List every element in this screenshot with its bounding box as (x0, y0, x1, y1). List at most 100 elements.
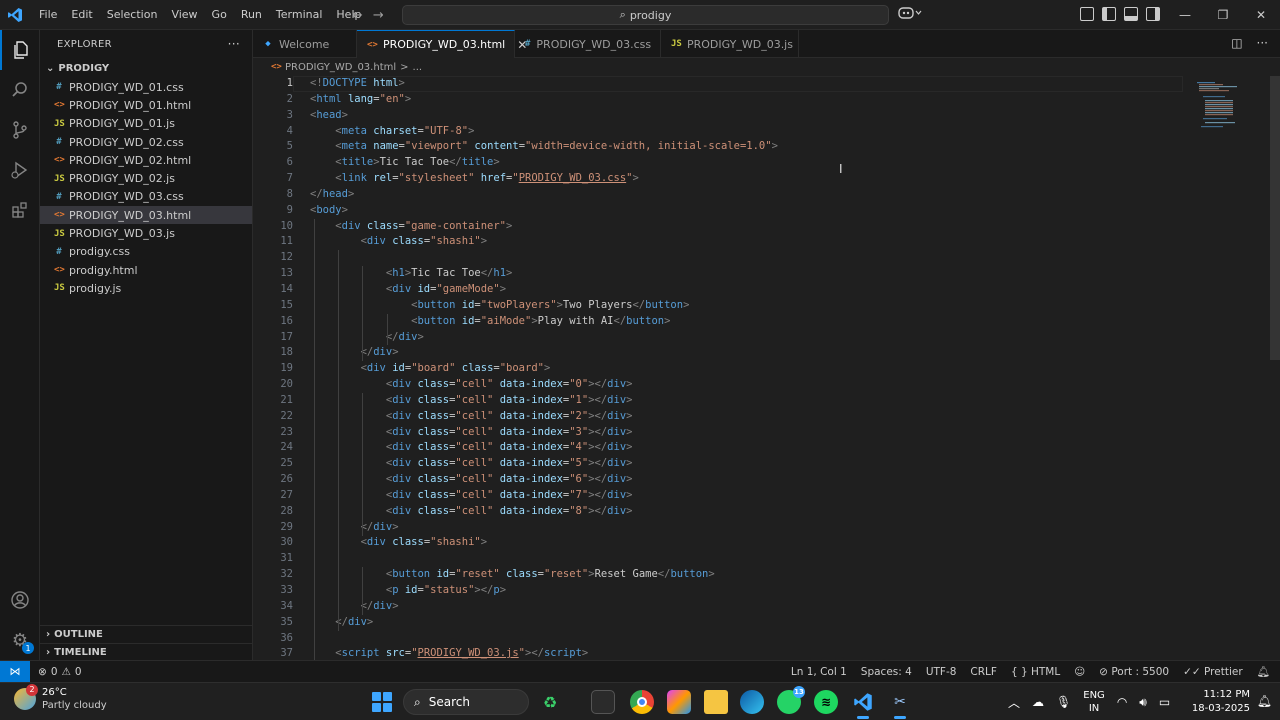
live-server-port[interactable]: ⊘ Port : 5500 (1099, 666, 1169, 678)
run-debug-icon[interactable] (0, 150, 40, 190)
menu-file[interactable]: File (32, 0, 64, 30)
code-line[interactable]: <script src="PRODIGY_WD_03.js"></script> (310, 646, 1210, 660)
menu-go[interactable]: Go (205, 0, 234, 30)
tab-js[interactable]: JS PRODIGY_WD_03.js (661, 30, 799, 58)
file-item[interactable]: # prodigy.css (40, 243, 252, 261)
code-line[interactable]: <div class="cell" data-index="0"></div> (310, 377, 1210, 393)
minimap[interactable] (1193, 76, 1253, 136)
command-center[interactable]: ⌕ prodigy (402, 5, 889, 25)
toggle-panel-icon[interactable] (1124, 7, 1138, 21)
restore-icon[interactable]: ❐ (1204, 0, 1242, 30)
cursor-position[interactable]: Ln 1, Col 1 (791, 666, 847, 678)
edge-icon[interactable] (740, 690, 764, 714)
tab-css[interactable]: # PRODIGY_WD_03.css (515, 30, 661, 58)
toggle-primary-sidebar-icon[interactable] (1102, 7, 1116, 21)
language-mode[interactable]: { } HTML (1011, 666, 1060, 678)
file-item[interactable]: <> PRODIGY_WD_02.html (40, 151, 252, 169)
code-line[interactable]: <!DOCTYPE html> (310, 76, 1210, 92)
search-sidebar-icon[interactable] (0, 70, 40, 110)
code-line[interactable]: <body> (310, 203, 1210, 219)
code-line[interactable]: </div> (310, 330, 1210, 346)
menu-run[interactable]: Run (234, 0, 269, 30)
code-line[interactable]: <button id="reset" class="reset">Reset G… (310, 567, 1210, 583)
split-editor-icon[interactable]: ◫ (1231, 36, 1242, 50)
code-line[interactable]: <meta charset="UTF-8"> (310, 124, 1210, 140)
manage-gear-icon[interactable]: ⚙ 1 (0, 620, 40, 660)
code-line[interactable]: <div class="cell" data-index="5"></div> (310, 456, 1210, 472)
code-line[interactable]: <button id="aiMode">Play with AI</button… (310, 314, 1210, 330)
code-line[interactable]: <h1>Tic Tac Toe</h1> (310, 266, 1210, 282)
notifications-bell-icon[interactable]: 🔔︎ (1257, 665, 1270, 678)
code-line[interactable]: <div class="game-container"> (310, 219, 1210, 235)
code-line[interactable]: <div class="cell" data-index="6"></div> (310, 472, 1210, 488)
accounts-icon[interactable] (0, 580, 40, 620)
network-app-icon[interactable]: ☁ (1032, 695, 1044, 709)
file-item[interactable]: <> PRODIGY_WD_03.html (40, 206, 252, 225)
code-line[interactable]: </div> (310, 599, 1210, 615)
code-line[interactable] (310, 631, 1210, 647)
wifi-icon[interactable]: ◠ (1117, 695, 1127, 709)
editor-scrollbar[interactable] (1270, 76, 1280, 360)
code-line[interactable]: <div class="shashi"> (310, 234, 1210, 250)
code-line[interactable]: <div class="cell" data-index="1"></div> (310, 393, 1210, 409)
code-line[interactable]: <div class="cell" data-index="3"></div> (310, 425, 1210, 441)
code-line[interactable]: <div class="cell" data-index="2"></div> (310, 409, 1210, 425)
more-actions-icon[interactable]: ··· (228, 37, 240, 51)
code-line[interactable]: <div class="shashi"> (310, 535, 1210, 551)
code-line[interactable]: <head> (310, 108, 1210, 124)
chrome-icon[interactable] (630, 690, 654, 714)
code-line[interactable]: <div id="gameMode"> (310, 282, 1210, 298)
more-editor-actions-icon[interactable]: ··· (1257, 36, 1268, 50)
code-line[interactable]: <link rel="stylesheet" href="PRODIGY_WD_… (310, 171, 1210, 187)
snipping-tool-icon[interactable]: ✂ (888, 690, 912, 719)
code-line[interactable]: <div id="board" class="board"> (310, 361, 1210, 377)
code-line[interactable] (310, 551, 1210, 567)
spotify-icon[interactable]: ≋ (814, 690, 838, 714)
copilot-app-icon[interactable] (667, 690, 691, 714)
weather-widget[interactable]: 2 26°C Partly cloudy (14, 684, 107, 712)
minimize-icon[interactable]: — (1166, 0, 1204, 30)
copilot-icon[interactable] (898, 6, 922, 23)
file-item[interactable]: JS PRODIGY_WD_03.js (40, 224, 252, 242)
encoding[interactable]: UTF-8 (926, 666, 957, 678)
menu-selection[interactable]: Selection (100, 0, 165, 30)
vscode-taskbar-icon[interactable] (851, 690, 875, 719)
file-item[interactable]: JS PRODIGY_WD_02.js (40, 169, 252, 187)
code-lines[interactable]: <!DOCTYPE html> <html lang="en"> <head> <m… (310, 76, 1210, 660)
code-line[interactable]: <meta name="viewport" content="width=dev… (310, 139, 1210, 155)
file-item[interactable]: JS PRODIGY_WD_01.js (40, 115, 252, 133)
explorer-icon[interactable] (0, 30, 40, 70)
folder-prodigy[interactable]: ⌄ PRODIGY (40, 58, 252, 78)
language-indicator[interactable]: ENG IN (1083, 689, 1105, 715)
remote-indicator-icon[interactable]: ⋈ (0, 661, 30, 682)
file-item[interactable]: # PRODIGY_WD_03.css (40, 188, 252, 206)
whatsapp-icon[interactable]: 13 (777, 686, 805, 714)
file-explorer-icon[interactable] (704, 690, 728, 714)
code-editor[interactable]: 1 2 3 4 5 6 7 8 9 10 11 12 13 14 15 16 17 18 19 20 21 22 23 24 2… (253, 76, 1280, 660)
timeline-section[interactable]: › TIMELINE (40, 643, 253, 661)
file-item[interactable]: # PRODIGY_WD_01.css (40, 78, 252, 96)
menu-view[interactable]: View (164, 0, 204, 30)
extensions-icon[interactable] (0, 190, 40, 230)
microphone-icon[interactable]: 🎙︎ (1056, 695, 1071, 709)
taskbar-search[interactable]: ⌕ Search (403, 689, 529, 715)
code-line[interactable]: <div class="cell" data-index="4"></div> (310, 440, 1210, 456)
recycle-icon[interactable]: ♻ (538, 690, 562, 714)
copilot-status-icon[interactable]: ☺ (1074, 666, 1085, 678)
clock[interactable]: 11:12 PM 18-03-2025 (1192, 688, 1250, 716)
prettier-status[interactable]: ✓✓ Prettier (1183, 666, 1243, 678)
tab-welcome[interactable]: ◆ Welcome (253, 30, 357, 58)
code-line[interactable]: <div class="cell" data-index="7"></div> (310, 488, 1210, 504)
breadcrumb-file[interactable]: PRODIGY_WD_03.html (285, 62, 396, 73)
show-hidden-icons-icon[interactable]: ︿ (1008, 694, 1020, 711)
app-window-icon[interactable] (591, 690, 615, 714)
file-item[interactable]: JS prodigy.js (40, 279, 252, 297)
code-line[interactable] (310, 250, 1210, 266)
breadcrumb-rest[interactable]: ... (413, 62, 423, 73)
code-line[interactable]: <div class="cell" data-index="8"></div> (310, 504, 1210, 520)
indentation[interactable]: Spaces: 4 (861, 666, 912, 678)
windows-start-icon[interactable] (372, 692, 392, 712)
code-line[interactable]: </div> (310, 345, 1210, 361)
menu-terminal[interactable]: Terminal (269, 0, 330, 30)
file-item[interactable]: <> PRODIGY_WD_01.html (40, 96, 252, 114)
